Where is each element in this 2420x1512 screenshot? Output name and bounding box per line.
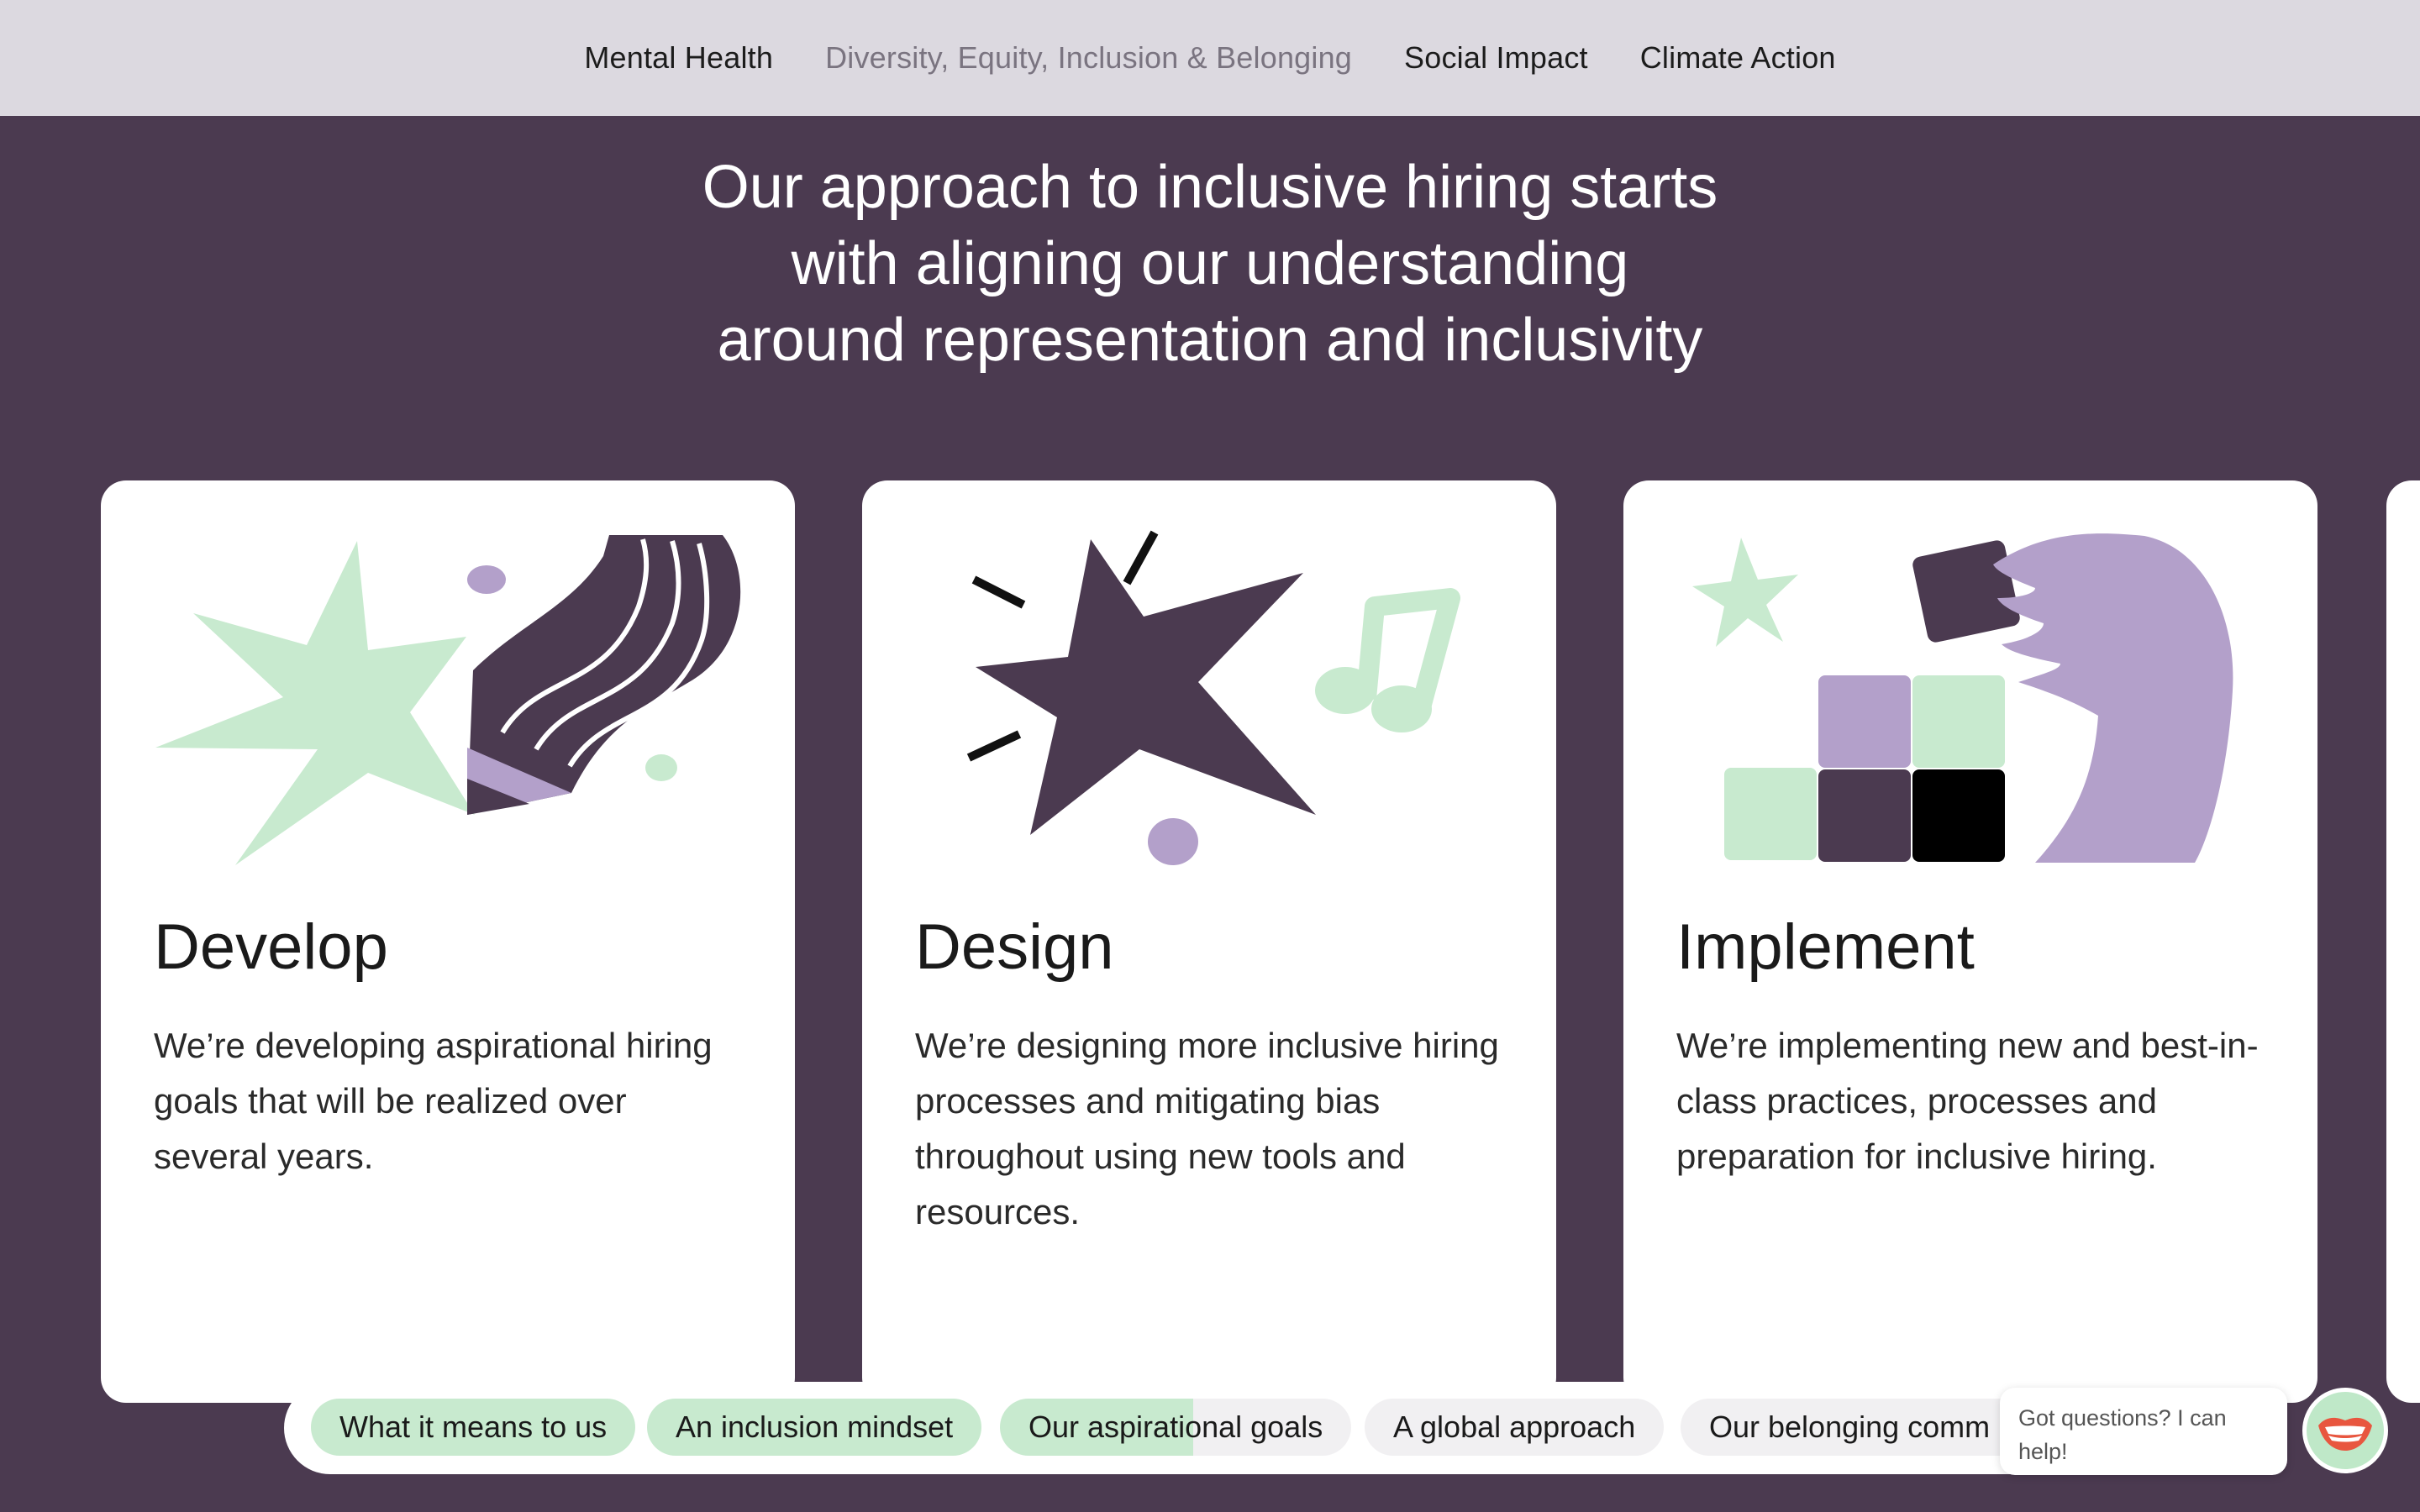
card-description: We’re developing aspirational hiring goa…	[154, 1026, 713, 1176]
section-pill-aspirational-goals[interactable]: Our aspirational goals	[1000, 1399, 1352, 1456]
card-title: Develop	[154, 911, 388, 983]
card-description: We’re designing more inclusive hiring pr…	[915, 1026, 1499, 1231]
card-description: We’re implementing new and best-in-class…	[1676, 1026, 2259, 1176]
section-heading: Our approach to inclusive hiring starts …	[0, 150, 2420, 379]
heading-line-2: with aligning our understanding	[791, 230, 1629, 297]
nav-social-impact[interactable]: Social Impact	[1404, 40, 1588, 76]
heading-line-1: Our approach to inclusive hiring starts	[702, 154, 1718, 221]
nav-climate-action[interactable]: Climate Action	[1640, 40, 1836, 76]
nav-deib[interactable]: Diversity, Equity, Inclusion & Belonging	[825, 40, 1352, 76]
section-pill-inclusion-mindset[interactable]: An inclusion mindset	[647, 1399, 982, 1456]
card-develop: Develop We’re developing aspirational hi…	[101, 480, 795, 1403]
smiling-mouth-icon	[2318, 1417, 2372, 1451]
card-implement: Implement We’re implementing new and bes…	[1623, 480, 2317, 1403]
heading-line-3: around representation and inclusivity	[717, 307, 1703, 374]
card-design: Design We’re designing more inclusive hi…	[862, 480, 1556, 1403]
next-card-peek	[2386, 480, 2420, 1403]
section-pill-global-approach[interactable]: A global approach	[1365, 1399, 1665, 1456]
top-nav: Mental Health Diversity, Equity, Inclusi…	[0, 0, 2420, 116]
nav-mental-health[interactable]: Mental Health	[584, 40, 773, 76]
section-pill-what-it-means[interactable]: What it means to us	[311, 1399, 636, 1456]
building-blocks-hand-illustration	[1692, 533, 2233, 863]
chat-prompt[interactable]: Got questions? I can help!	[2000, 1388, 2287, 1475]
card-title: Design	[915, 911, 1114, 983]
star-music-note-illustration	[966, 530, 1460, 865]
chat-launcher-button[interactable]	[2302, 1388, 2388, 1473]
star-pencil-illustration	[155, 535, 741, 865]
section-progress-nav: What it means to us An inclusion mindset…	[284, 1382, 2166, 1474]
card-title: Implement	[1676, 911, 1975, 983]
